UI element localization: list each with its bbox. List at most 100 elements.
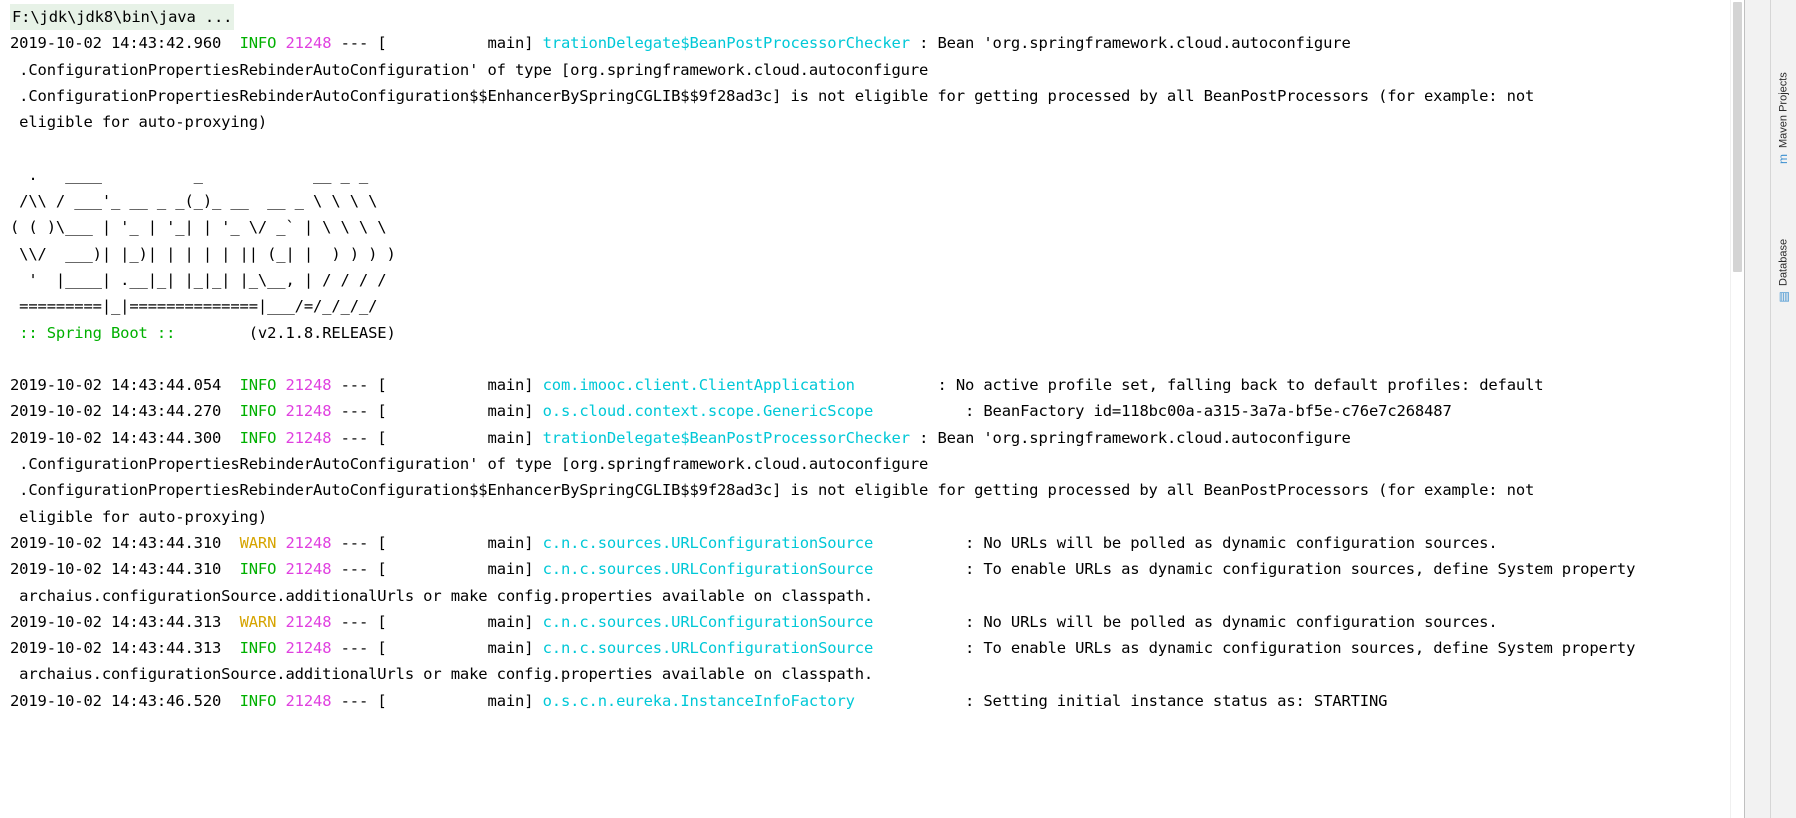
log-continuation-row: .ConfigurationPropertiesRebinderAutoConf…	[10, 83, 1635, 109]
log-continuation-text: archaius.configurationSource.additionalU…	[10, 665, 874, 684]
log-logger[interactable]: c.n.c.sources.URLConfigurationSource	[543, 560, 874, 578]
tool-button-database[interactable]: ▤ Database	[1771, 190, 1796, 308]
log-separator: --- [	[340, 639, 387, 658]
log-level: INFO	[239, 428, 277, 447]
log-continuation-row: eligible for auto-proxying)	[10, 109, 1635, 135]
log-pid: 21248	[285, 34, 332, 53]
log-pid: 21248	[285, 560, 332, 579]
log-separator: --- [	[340, 402, 387, 421]
console-vertical-scrollbar[interactable]	[1730, 0, 1744, 818]
log-logger[interactable]: c.n.c.sources.URLConfigurationSource	[543, 613, 874, 631]
log-message: : No active profile set, falling back to…	[928, 376, 1544, 395]
tool-button-label: Maven Projects	[1777, 72, 1790, 148]
tool-button-maven-projects[interactable]: m Maven Projects	[1771, 22, 1796, 170]
log-thread: main]	[386, 639, 534, 658]
log-logger[interactable]: c.n.c.sources.URLConfigurationSource	[543, 534, 874, 552]
log-timestamp: 2019-10-02 14:43:44.300	[10, 428, 222, 447]
log-logger[interactable]: trationDelegate$BeanPostProcessorChecker	[543, 34, 910, 52]
log-thread: main]	[386, 376, 534, 395]
log-logger[interactable]: o.s.c.n.eureka.InstanceInfoFactory	[543, 692, 855, 710]
banner-line: ' |____| .__|_| |_|_| |_\__, | / / / /	[10, 270, 387, 289]
log-pid: 21248	[285, 428, 332, 447]
log-timestamp: 2019-10-02 14:43:44.270	[10, 402, 222, 421]
log-message: : BeanFactory id=118bc00a-a315-3a7a-bf5e…	[955, 402, 1452, 421]
log-continuation-row: archaius.configurationSource.additionalU…	[10, 661, 1635, 687]
log-message: : To enable URLs as dynamic configuratio…	[955, 639, 1636, 658]
log-pid: 21248	[285, 376, 332, 395]
java-command-line: F:\jdk\jdk8\bin\java ...	[10, 4, 235, 31]
log-message: : Bean 'org.springframework.cloud.autoco…	[909, 34, 1351, 53]
log-level: INFO	[239, 402, 277, 421]
log-continuation-row: archaius.configurationSource.additionalU…	[10, 583, 1635, 609]
log-level: INFO	[239, 691, 277, 710]
log-timestamp: 2019-10-02 14:43:44.310	[10, 560, 222, 579]
log-thread: main]	[386, 560, 534, 579]
log-level: WARN	[239, 533, 277, 552]
spring-boot-version: (v2.1.8.RELEASE)	[248, 323, 396, 342]
banner-line: ( ( )\___ | '_ | '_| | '_ \/ _` | \ \ \ …	[10, 218, 387, 237]
log-logger[interactable]: trationDelegate$BeanPostProcessorChecker	[543, 429, 910, 447]
log-logger[interactable]: c.n.c.sources.URLConfigurationSource	[543, 639, 874, 657]
log-message: : Setting initial instance status as: ST…	[955, 691, 1388, 710]
log-pid: 21248	[285, 533, 332, 552]
log-pid: 21248	[285, 639, 332, 658]
database-icon: ▤	[1776, 291, 1791, 303]
log-pid: 21248	[285, 691, 332, 710]
log-message: : To enable URLs as dynamic configuratio…	[955, 560, 1636, 579]
log-entry-row: 2019-10-02 14:43:44.313 INFO 21248 --- […	[10, 635, 1635, 661]
log-separator: --- [	[340, 376, 387, 395]
log-continuation-row: .ConfigurationPropertiesRebinderAutoConf…	[10, 451, 1635, 477]
ide-right-tool-sidebar: m Maven Projects ▤ Database	[1744, 0, 1796, 818]
log-separator: --- [	[340, 533, 387, 552]
log-timestamp: 2019-10-02 14:43:44.313	[10, 612, 222, 631]
log-thread: main]	[386, 691, 534, 710]
log-entry-row: 2019-10-02 14:43:44.313 WARN 21248 --- […	[10, 609, 1635, 635]
ide-run-console-window: F:\jdk\jdk8\bin\java ... 2019-10-02 14:43…	[0, 0, 1796, 818]
log-thread: main]	[386, 428, 534, 447]
log-pid: 21248	[285, 402, 332, 421]
log-entry-row: 2019-10-02 14:43:44.310 WARN 21248 --- […	[10, 530, 1635, 556]
log-continuation-row: .ConfigurationPropertiesRebinderAutoConf…	[10, 477, 1635, 503]
log-timestamp: 2019-10-02 14:43:44.310	[10, 533, 222, 552]
log-thread: main]	[386, 612, 534, 631]
log-thread: main]	[386, 533, 534, 552]
log-pid: 21248	[285, 612, 332, 631]
log-timestamp: 2019-10-02 14:43:44.054	[10, 376, 222, 395]
log-entry-row: 2019-10-02 14:43:44.270 INFO 21248 --- […	[10, 398, 1635, 424]
scrollbar-thumb[interactable]	[1733, 2, 1742, 272]
log-entry-row: 2019-10-02 14:43:44.310 INFO 21248 --- […	[10, 556, 1635, 582]
console-output-pane[interactable]: F:\jdk\jdk8\bin\java ... 2019-10-02 14:43…	[0, 0, 1744, 818]
tool-button-label: Database	[1777, 238, 1790, 286]
spring-boot-label: :: Spring Boot ::	[19, 323, 176, 342]
log-message: : No URLs will be polled as dynamic conf…	[955, 612, 1498, 631]
console-text[interactable]: F:\jdk\jdk8\bin\java ... 2019-10-02 14:43…	[0, 0, 1635, 714]
log-separator: --- [	[340, 34, 387, 53]
banner-line: /\\ / ___'_ __ _ _(_)_ __ __ _ \ \ \ \	[10, 192, 378, 211]
log-continuation-row: .ConfigurationPropertiesRebinderAutoConf…	[10, 57, 1635, 83]
log-level: WARN	[239, 612, 277, 631]
log-entry-row: 2019-10-02 14:43:46.520 INFO 21248 --- […	[10, 688, 1635, 714]
log-level: INFO	[239, 376, 277, 395]
banner-line: =========|_|==============|___/=/_/_/_/	[10, 297, 378, 316]
log-timestamp: 2019-10-02 14:43:42.960	[10, 34, 222, 53]
banner-line: . ____ _ __ _ _	[10, 165, 369, 184]
log-continuation-text: .ConfigurationPropertiesRebinderAutoConf…	[10, 60, 929, 79]
log-entry-row: 2019-10-02 14:43:44.054 INFO 21248 --- […	[10, 372, 1635, 398]
log-thread: main]	[386, 402, 534, 421]
log-entry-row: 2019-10-02 14:43:42.960 INFO 21248 --- […	[10, 30, 1635, 56]
banner-footer: :: Spring Boot :: (v2.1.8.RELEASE)	[10, 320, 1635, 346]
log-message: : Bean 'org.springframework.cloud.autoco…	[909, 428, 1351, 447]
log-separator: --- [	[340, 428, 387, 447]
command-line-row: F:\jdk\jdk8\bin\java ...	[10, 4, 1635, 31]
log-continuation-text: eligible for auto-proxying)	[10, 507, 268, 526]
log-continuation-text: .ConfigurationPropertiesRebinderAutoConf…	[10, 86, 1535, 105]
log-continuation-text: eligible for auto-proxying)	[10, 113, 268, 132]
tool-window-strip: m Maven Projects ▤ Database	[1770, 0, 1796, 818]
log-logger[interactable]: o.s.cloud.context.scope.GenericScope	[543, 402, 874, 420]
log-timestamp: 2019-10-02 14:43:44.313	[10, 639, 222, 658]
log-logger[interactable]: com.imooc.client.ClientApplication	[543, 376, 855, 394]
log-separator: --- [	[340, 612, 387, 631]
log-continuation-text: archaius.configurationSource.additionalU…	[10, 586, 874, 605]
